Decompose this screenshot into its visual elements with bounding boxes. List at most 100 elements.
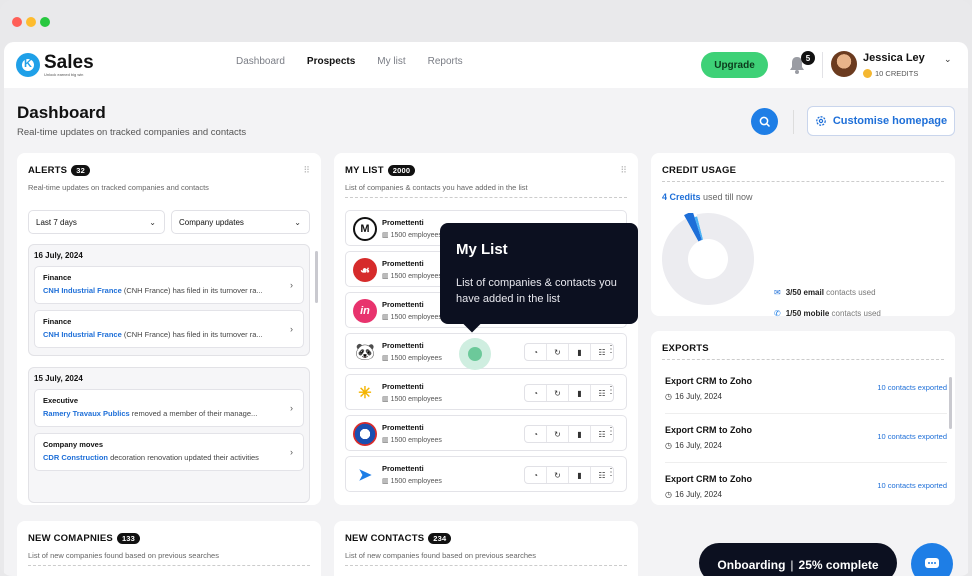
new-companies-title: NEW COMAPNIES 133 bbox=[28, 533, 141, 544]
company-logo-icon: 🐼 bbox=[353, 340, 377, 364]
nav-prospects[interactable]: Prospects bbox=[307, 56, 355, 67]
more-options-icon[interactable]: ⋮ bbox=[606, 385, 616, 396]
close-window-button[interactable] bbox=[12, 17, 22, 27]
employee-count: ▥ 1500 employees bbox=[382, 355, 442, 362]
nav-reports[interactable]: Reports bbox=[428, 56, 463, 67]
company-name: Promettenti bbox=[382, 300, 424, 309]
chevron-right-icon: › bbox=[290, 324, 293, 334]
alert-type: Executive bbox=[43, 396, 79, 405]
credits-used-value: 4 Credits bbox=[662, 192, 701, 202]
employee-count: ▥ 1500 employees bbox=[382, 232, 442, 239]
alert-company-link[interactable]: CDR Construction bbox=[43, 453, 108, 462]
export-count-link[interactable]: 10 contacts exported bbox=[877, 432, 947, 441]
speed-icon[interactable]: ◔ bbox=[525, 426, 547, 442]
refresh-icon[interactable]: ↻ bbox=[547, 344, 569, 360]
list-item[interactable]: ➤ Promettenti ▥ 1500 employees ◔ ↻ ▮ ☷ ⋮ bbox=[345, 456, 627, 492]
chart-icon[interactable]: ▮ bbox=[569, 467, 591, 483]
chevron-right-icon: › bbox=[290, 403, 293, 413]
employee-count-text: 1500 employees bbox=[390, 273, 442, 280]
more-options-icon[interactable]: ⋮ bbox=[606, 467, 616, 478]
alert-description: CNH Industrial France (CNH France) has f… bbox=[43, 330, 289, 339]
chevron-down-icon: ⌄ bbox=[294, 217, 301, 227]
refresh-icon[interactable]: ↻ bbox=[547, 467, 569, 483]
minimize-window-button[interactable] bbox=[26, 17, 36, 27]
logo-icon bbox=[16, 53, 40, 77]
maximize-window-button[interactable] bbox=[40, 17, 50, 27]
alert-company-link[interactable]: CNH Industrial France bbox=[43, 330, 122, 339]
app-logo[interactable]: Sales Unlock earned big win bbox=[16, 53, 94, 77]
export-item[interactable]: Export CRM to Zoho ◷ 16 July, 2024 10 con… bbox=[665, 468, 947, 512]
alert-item[interactable]: Executive Ramery Travaux Publics removed… bbox=[34, 389, 304, 427]
export-count-link[interactable]: 10 contacts exported bbox=[877, 481, 947, 490]
drag-handle-icon[interactable]: ⠿ bbox=[620, 165, 627, 176]
alert-item[interactable]: Finance CNH Industrial France (CNH Franc… bbox=[34, 266, 304, 304]
employee-count: ▥ 1500 employees bbox=[382, 314, 442, 321]
app-tagline: Unlock earned big win bbox=[44, 72, 84, 77]
employee-count: ▥ 1500 employees bbox=[382, 437, 442, 444]
employee-count-text: 1500 employees bbox=[390, 232, 442, 239]
search-icon bbox=[759, 116, 770, 127]
upgrade-button[interactable]: Upgrade bbox=[701, 52, 768, 78]
alert-description: CDR Construction decoration renovation u… bbox=[43, 453, 289, 462]
alerts-subtitle: Real-time updates on tracked companies a… bbox=[28, 183, 209, 192]
export-date-text: 16 July, 2024 bbox=[674, 441, 722, 450]
refresh-icon[interactable]: ↻ bbox=[547, 426, 569, 442]
new-companies-count-badge: 133 bbox=[116, 533, 141, 544]
alert-company-link[interactable]: Ramery Travaux Publics bbox=[43, 409, 130, 418]
refresh-icon[interactable]: ↻ bbox=[547, 385, 569, 401]
alert-text: (CNH France) has filed in its turnover r… bbox=[121, 286, 263, 295]
export-date-text: 16 July, 2024 bbox=[674, 490, 722, 499]
speed-icon[interactable]: ◔ bbox=[525, 344, 547, 360]
export-count-link[interactable]: 10 contacts exported bbox=[877, 383, 947, 392]
company-logo-icon: M bbox=[353, 217, 377, 241]
chart-icon[interactable]: ▮ bbox=[569, 344, 591, 360]
employee-count: ▥ 1500 employees bbox=[382, 478, 442, 485]
exports-scrollbar[interactable] bbox=[949, 377, 952, 429]
onboarding-button[interactable]: Onboarding | 25% complete bbox=[699, 543, 897, 576]
company-logo-icon: ✳ bbox=[353, 381, 377, 405]
header-divider bbox=[822, 52, 823, 78]
user-name[interactable]: Jessica Ley bbox=[863, 52, 925, 64]
alert-text: decoration renovation updated their acti… bbox=[108, 453, 259, 462]
speed-icon[interactable]: ◔ bbox=[525, 385, 547, 401]
chart-icon[interactable]: ▮ bbox=[569, 385, 591, 401]
list-item[interactable]: ✳ Promettenti ▥ 1500 employees ◔ ↻ ▮ ☷ ⋮ bbox=[345, 374, 627, 410]
more-options-icon[interactable]: ⋮ bbox=[606, 426, 616, 437]
export-item[interactable]: Export CRM to Zoho ◷ 16 July, 2024 10 con… bbox=[665, 370, 947, 414]
more-options-icon[interactable]: ⋮ bbox=[606, 344, 616, 355]
toolbar-divider bbox=[793, 110, 794, 134]
chart-icon[interactable]: ▮ bbox=[569, 426, 591, 442]
speed-icon[interactable]: ◔ bbox=[525, 467, 547, 483]
update-type-select[interactable]: Company updates ⌄ bbox=[171, 210, 310, 234]
alert-company-link[interactable]: CNH Industrial France bbox=[43, 286, 122, 295]
company-name: Promettenti bbox=[382, 341, 424, 350]
new-contacts-subtitle: List of new companies found based on pre… bbox=[345, 551, 536, 560]
chevron-right-icon: › bbox=[290, 280, 293, 290]
employee-count-text: 1500 employees bbox=[390, 396, 442, 403]
alert-item[interactable]: Finance CNH Industrial France (CNH Franc… bbox=[34, 310, 304, 348]
list-item[interactable]: Promettenti ▥ 1500 employees ◔ ↻ ▮ ☷ ⋮ bbox=[345, 415, 627, 451]
credits-label: 10 CREDITS bbox=[875, 69, 919, 78]
top-navigation: Sales Unlock earned big win Dashboard Pr… bbox=[4, 42, 968, 88]
customise-homepage-button[interactable]: Customise homepage bbox=[807, 106, 955, 136]
avatar[interactable] bbox=[831, 51, 857, 77]
tour-hotspot[interactable] bbox=[459, 338, 491, 370]
export-item[interactable]: Export CRM to Zoho ◷ 16 July, 2024 10 con… bbox=[665, 419, 947, 463]
employee-count-text: 1500 employees bbox=[390, 437, 442, 444]
chevron-down-icon[interactable]: ⌄ bbox=[944, 54, 952, 65]
search-button[interactable] bbox=[751, 108, 778, 135]
onboarding-label: Onboarding bbox=[717, 558, 786, 572]
alert-text: removed a member of their manage... bbox=[129, 409, 258, 418]
nav-my-list[interactable]: My list bbox=[377, 56, 405, 67]
alerts-scrollbar[interactable] bbox=[315, 251, 318, 303]
email-icon: ✉ bbox=[774, 288, 781, 297]
my-list-title-text: MY LIST bbox=[345, 165, 384, 176]
export-name: Export CRM to Zoho bbox=[665, 376, 752, 386]
drag-handle-icon[interactable]: ⠿ bbox=[303, 165, 310, 176]
company-name: Promettenti bbox=[382, 423, 424, 432]
period-select[interactable]: Last 7 days ⌄ bbox=[28, 210, 165, 234]
new-contacts-card: NEW CONTACTS 234 List of new companies f… bbox=[334, 521, 638, 576]
alert-item[interactable]: Company moves CDR Construction decoratio… bbox=[34, 433, 304, 471]
chat-icon bbox=[925, 558, 939, 568]
nav-dashboard[interactable]: Dashboard bbox=[236, 56, 285, 67]
